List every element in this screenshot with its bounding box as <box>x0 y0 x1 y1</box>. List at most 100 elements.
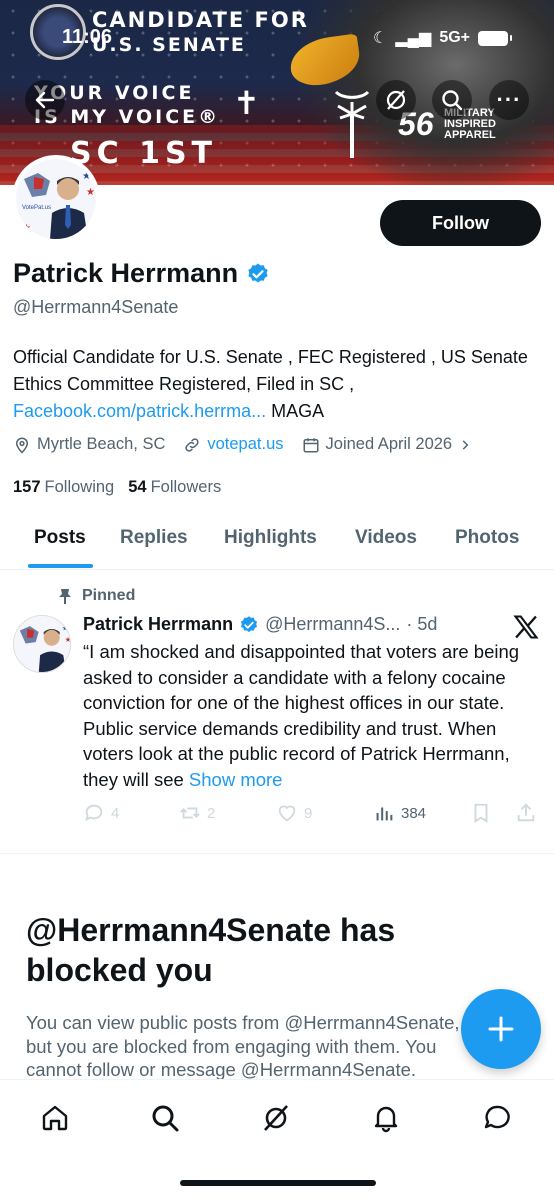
banner-line-5: SC 1ST <box>70 136 218 171</box>
post-handle: @Herrmann4S... <box>265 614 401 634</box>
bio-text: Official Candidate for U.S. Senate , FEC… <box>13 347 528 394</box>
pinned-text: Pinned <box>82 587 136 604</box>
bookmark-button[interactable] <box>470 802 492 824</box>
search-icon <box>442 90 463 111</box>
blocked-line-2: but you are blocked from engaging with t… <box>26 1035 437 1057</box>
tab-photos[interactable]: Photos <box>455 527 519 549</box>
more-options-button[interactable]: ··· <box>489 80 529 120</box>
joined-info[interactable]: Joined April 2026 <box>302 435 473 454</box>
palmetto-icon <box>334 90 370 158</box>
like-button[interactable]: 9 <box>276 802 312 824</box>
x-logo-icon[interactable] <box>512 613 540 641</box>
active-tab-indicator <box>28 564 93 568</box>
moon-icon: ☾ <box>373 30 388 47</box>
back-arrow-icon <box>35 91 55 109</box>
svg-text:★: ★ <box>82 171 91 182</box>
back-button[interactable] <box>25 80 65 120</box>
tab-replies[interactable]: Replies <box>120 527 188 549</box>
more-icon: ··· <box>496 87 522 112</box>
reply-count: 4 <box>111 804 120 822</box>
profile-website-link[interactable]: votepat.us <box>207 435 283 454</box>
pin-icon <box>59 589 71 604</box>
post-actions: 4 2 9 384 <box>83 802 543 828</box>
post-avatar-image: ★ ★ <box>14 616 71 672</box>
grok-icon <box>264 1105 288 1131</box>
signal-icon: ▂▄▆ <box>395 30 432 47</box>
status-bar: 11:06 ☾ ▂▄▆ 5G+ <box>0 26 554 50</box>
blocked-title: @Herrmann4Senate has blocked you <box>26 912 396 988</box>
followers-link[interactable]: 54 Followers <box>128 478 221 497</box>
views-icon <box>376 807 393 821</box>
repost-count: 2 <box>207 804 216 822</box>
tab-videos[interactable]: Videos <box>355 527 417 549</box>
svg-text:VotePat.us: VotePat.us <box>22 205 51 211</box>
profile-joined: Joined April 2026 <box>325 435 453 453</box>
tab-posts[interactable]: Posts <box>34 527 86 549</box>
nav-messages[interactable] <box>479 1100 515 1136</box>
blocked-message: You can view public posts from @Herrmann… <box>26 1011 536 1079</box>
following-count: 157 <box>13 478 41 496</box>
repost-icon <box>180 807 200 819</box>
calendar-icon <box>303 437 319 452</box>
share-button[interactable] <box>515 802 537 824</box>
link-icon <box>185 437 200 452</box>
compose-post-button[interactable] <box>461 989 541 1069</box>
post-avatar[interactable]: ★ ★ <box>13 615 71 673</box>
views-count: 384 <box>401 804 427 822</box>
post-header: Patrick Herrmann @Herrmann4S... · 5d <box>83 614 437 635</box>
nav-grok[interactable] <box>258 1100 294 1136</box>
profile-name-row: Patrick Herrmann <box>13 258 270 289</box>
followers-count: 54 <box>128 478 147 496</box>
verified-badge-icon[interactable] <box>246 262 270 286</box>
reply-button[interactable]: 4 <box>83 802 119 824</box>
post-time: · 5d <box>406 614 438 634</box>
grok-icon <box>386 90 406 110</box>
post-author[interactable]: Patrick Herrmann <box>83 614 233 635</box>
repost-button[interactable]: 2 <box>179 802 215 824</box>
chevron-right-icon <box>462 439 469 450</box>
like-count: 9 <box>304 804 313 822</box>
nav-notifications[interactable] <box>368 1100 404 1136</box>
status-time: 11:06 <box>62 26 113 48</box>
blocked-line-1: You can view public posts from @Herrmann… <box>26 1012 460 1033</box>
heart-icon <box>278 805 296 822</box>
svg-text:★: ★ <box>62 624 69 633</box>
post-body: “I am shocked and disappointed that vote… <box>83 641 520 790</box>
share-icon <box>517 803 535 822</box>
home-icon <box>42 1105 68 1131</box>
verified-badge-icon <box>241 615 258 632</box>
show-more-link[interactable]: Show more <box>189 769 283 790</box>
battery-icon <box>478 30 512 46</box>
svg-text:★: ★ <box>65 635 71 644</box>
blocked-line-3: cannot follow or message @Herrmann4Senat… <box>26 1059 417 1079</box>
chat-bubble-icon <box>484 1105 510 1129</box>
pinned-label: Pinned <box>58 587 135 605</box>
profile-display-name: Patrick Herrmann <box>13 258 239 288</box>
reply-icon <box>85 804 103 822</box>
nav-search[interactable] <box>147 1100 183 1136</box>
post-text[interactable]: “I am shocked and disappointed that vote… <box>83 639 543 792</box>
tab-highlights[interactable]: Highlights <box>224 527 317 549</box>
following-label: Following <box>44 478 115 496</box>
profile-avatar[interactable]: ★ ★ VotePat.us ★ <box>12 155 100 243</box>
following-link[interactable]: 157 Following <box>13 478 114 497</box>
search-icon <box>152 1105 179 1132</box>
bell-icon <box>374 1106 398 1133</box>
home-indicator <box>180 1180 376 1186</box>
profile-meta: Myrtle Beach, SC votepat.us Joined April… <box>13 435 490 454</box>
profile-bio: Official Candidate for U.S. Senate , FEC… <box>13 344 538 425</box>
search-button[interactable] <box>432 80 472 120</box>
followers-label: Followers <box>150 478 222 496</box>
svg-text:★: ★ <box>22 223 31 234</box>
bio-link[interactable]: Facebook.com/patrick.herrma... <box>13 401 266 421</box>
location-icon <box>15 437 29 454</box>
plus-icon <box>488 1016 514 1042</box>
bio-suffix: MAGA <box>266 401 325 421</box>
follow-button[interactable]: Follow <box>380 200 541 246</box>
nav-home[interactable] <box>37 1100 73 1136</box>
follow-stats: 157 Following 54 Followers <box>13 478 221 497</box>
views-button[interactable]: 384 <box>373 802 426 824</box>
grok-button[interactable] <box>376 80 416 120</box>
network-label: 5G+ <box>439 29 470 46</box>
bookmark-icon <box>474 803 488 823</box>
